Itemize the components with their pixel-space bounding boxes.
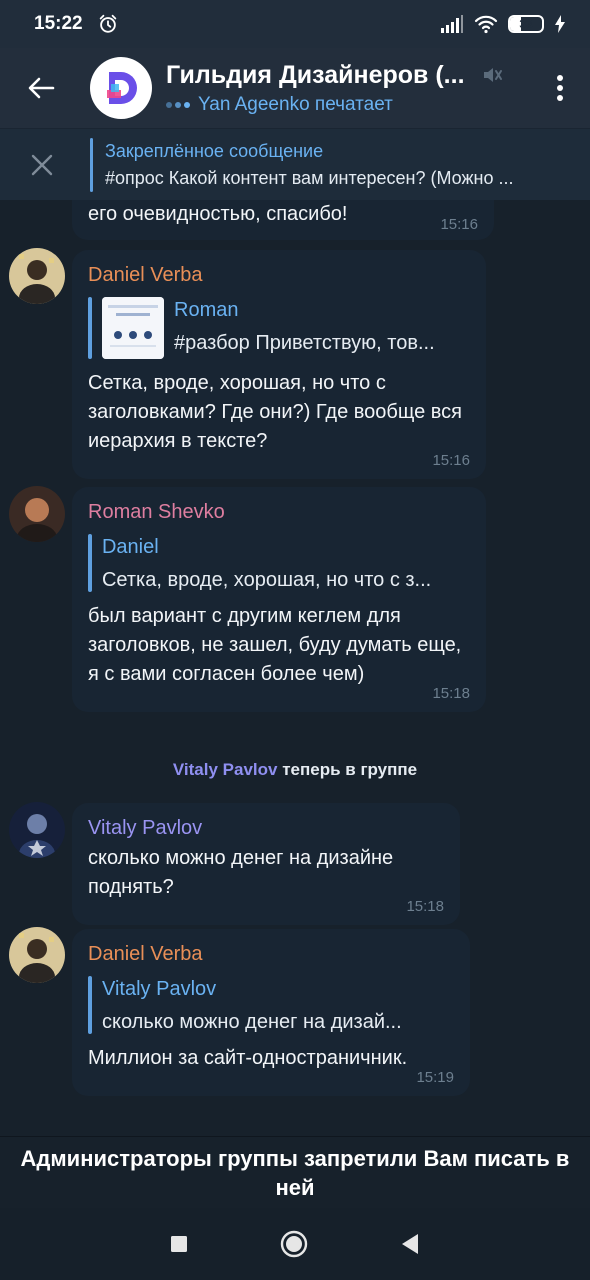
avatar-image [9, 248, 65, 304]
reply-text: Сетка, вроде, хорошая, но что с з... [101, 569, 432, 591]
message-bubble[interactable]: Daniel Verba Roman #разбор Приветствую, … [72, 250, 486, 479]
reply-author: Roman [174, 299, 239, 321]
nav-square-icon[interactable] [170, 1235, 188, 1253]
back-arrow-icon [28, 77, 55, 99]
back-button[interactable] [0, 48, 82, 128]
message-time: 15:16 [440, 216, 478, 233]
message-bubble[interactable]: его очевидностью, спасибо! 15:16 [72, 200, 494, 240]
wifi-icon [474, 15, 498, 34]
reply-text: сколько можно денег на дизай... [102, 1011, 402, 1033]
reply-author: Daniel [101, 536, 159, 558]
battery-level: 33 [519, 17, 533, 31]
message-text: Миллион за сайт-одностраничник. [88, 1047, 408, 1069]
message-text: был вариант с другим кеглем для заголовк… [88, 605, 462, 685]
avatar-daniel-verba[interactable] [9, 248, 65, 304]
avatar-daniel-verba[interactable] [9, 927, 65, 983]
reply-preview[interactable]: Roman #разбор Приветствую, тов... [88, 297, 470, 359]
chat-title: Гильдия Дизайнеров (... [166, 60, 465, 89]
avatar-image [9, 486, 65, 542]
thumbnail-image [102, 297, 164, 359]
avatar-image [9, 802, 65, 858]
service-user-name[interactable]: Vitaly Pavlov [173, 760, 278, 779]
typing-dots [166, 101, 190, 108]
charging-icon [555, 15, 565, 33]
sender-name[interactable]: Roman Shevko [88, 501, 470, 524]
battery-icon: 33 [508, 15, 544, 33]
pinned-message[interactable]: Закреплённое сообщение #опрос Какой конт… [0, 128, 590, 200]
group-logo [107, 72, 137, 104]
sender-name[interactable]: Vitaly Pavlov [88, 817, 444, 840]
pinned-text: #опрос Какой контент вам интересен? (Мож… [105, 167, 514, 188]
service-message: Vitaly Pavlov теперь в группе [0, 760, 590, 780]
message-text: Сетка, вроде, хорошая, но что с заголовк… [88, 372, 462, 452]
message-bubble[interactable]: Vitaly Pavlov сколько можно денег на диз… [72, 803, 460, 925]
nav-back-icon[interactable] [400, 1233, 420, 1255]
typing-indicator: Yan Ageenko печатает [166, 94, 530, 116]
reply-preview[interactable]: Vitaly Pavlov сколько можно денег на диз… [88, 976, 454, 1034]
message-list[interactable]: его очевидностью, спасибо! 15:16 Daniel … [0, 200, 590, 1136]
status-time: 15:22 [34, 13, 83, 34]
message-bubble[interactable]: Roman Shevko Daniel Сетка, вроде, хороша… [72, 487, 486, 712]
group-avatar[interactable] [90, 57, 152, 119]
more-vert-icon [557, 75, 563, 101]
message-text: его очевидностью, спасибо! [88, 203, 348, 225]
reply-accent-bar [88, 297, 92, 359]
reply-author: Vitaly Pavlov [102, 978, 217, 1000]
typing-text: Yan Ageenko печатает [198, 93, 393, 115]
service-action: теперь в группе [282, 760, 418, 779]
message-text: сколько можно денег на дизайне поднять? [88, 847, 394, 898]
mute-icon [483, 68, 502, 82]
status-bar: 15:22 33 [0, 0, 590, 48]
system-navigation-bar [0, 1208, 590, 1280]
write-restricted-notice: Администраторы группы запретили Вам писа… [0, 1136, 590, 1208]
reply-preview[interactable]: Daniel Сетка, вроде, хорошая, но что с з… [88, 534, 470, 592]
sender-name[interactable]: Daniel Verba [88, 943, 454, 966]
avatar-roman-shevko[interactable] [9, 486, 65, 542]
reply-accent-bar [88, 976, 92, 1034]
reply-thumbnail [102, 297, 164, 359]
chat-info[interactable]: Гильдия Дизайнеров (... Yan Ageenko печа… [166, 61, 530, 116]
nav-circle-icon[interactable] [280, 1230, 308, 1258]
chat-header: Гильдия Дизайнеров (... Yan Ageenko печа… [0, 48, 590, 128]
message-bubble[interactable]: Daniel Verba Vitaly Pavlov сколько можно… [72, 929, 470, 1096]
pinned-close-button[interactable] [0, 129, 84, 201]
pinned-label: Закреплённое сообщение [105, 140, 324, 161]
pinned-accent-bar [90, 137, 93, 192]
avatar-image [9, 927, 65, 983]
close-icon [31, 154, 53, 175]
signal-icon [441, 15, 463, 33]
reply-text: #разбор Приветствую, тов... [174, 332, 435, 354]
alarm-icon [99, 14, 116, 33]
reply-accent-bar [88, 534, 92, 592]
sender-name[interactable]: Daniel Verba [88, 264, 470, 287]
avatar-vitaly-pavlov[interactable] [9, 802, 65, 858]
more-menu-button[interactable] [530, 48, 590, 128]
